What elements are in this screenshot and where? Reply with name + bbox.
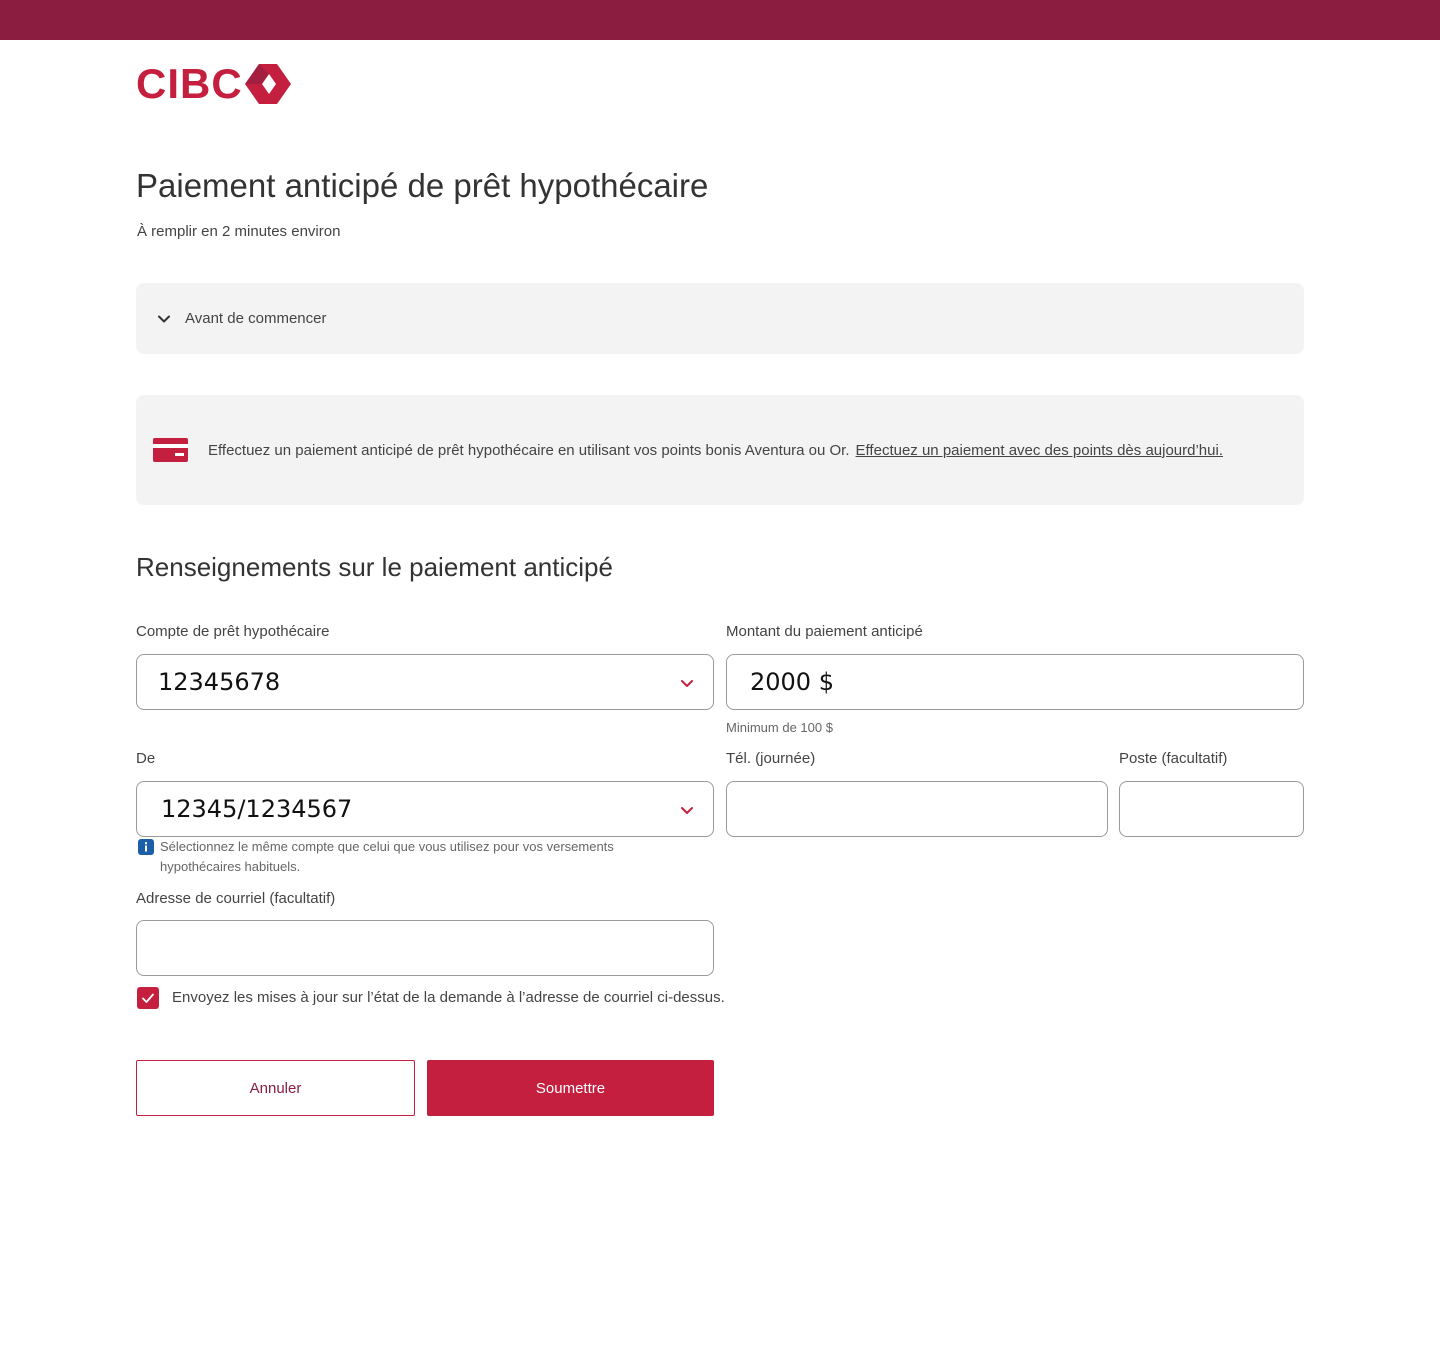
from-account-value: 12345/1234567 bbox=[161, 795, 353, 823]
chevron-down-icon bbox=[158, 315, 170, 322]
from-account-select[interactable]: 12345/1234567 bbox=[136, 781, 714, 837]
submit-button[interactable]: Soumettre bbox=[427, 1060, 714, 1116]
credit-card-icon bbox=[153, 438, 188, 462]
logo-text: CIBC bbox=[136, 60, 243, 107]
prepayment-amount-value: 2000 $ bbox=[750, 668, 834, 696]
email-updates-checkbox[interactable] bbox=[137, 987, 159, 1009]
mortgage-account-label: Compte de prêt hypothécaire bbox=[136, 623, 330, 640]
extension-label: Poste (facultatif) bbox=[1119, 750, 1228, 767]
chevron-down-icon bbox=[681, 680, 693, 687]
promo-text: Effectuez un paiement anticipé de prêt h… bbox=[208, 441, 850, 459]
email-updates-label[interactable]: Envoyez les mises à jour sur l’état de l… bbox=[172, 988, 725, 1008]
from-account-label: De bbox=[136, 750, 156, 767]
cancel-button[interactable]: Annuler bbox=[136, 1060, 415, 1116]
from-account-hint-line2: hypothécaires habituels. bbox=[160, 859, 301, 874]
extension-input[interactable] bbox=[1119, 781, 1304, 837]
pay-with-points-link[interactable]: Effectuez un paiement avec des points dè… bbox=[856, 442, 1223, 459]
phone-input[interactable] bbox=[726, 781, 1108, 837]
points-promo-banner: Effectuez un paiement anticipé de prêt h… bbox=[136, 395, 1304, 505]
prepayment-amount-label: Montant du paiement anticipé bbox=[726, 623, 923, 640]
cibc-diamond-icon bbox=[244, 64, 291, 104]
email-label: Adresse de courriel (facultatif) bbox=[136, 890, 336, 907]
phone-label: Tél. (journée) bbox=[726, 750, 816, 767]
cibc-logo[interactable]: CIBC bbox=[136, 60, 291, 107]
from-account-hint-line1: Sélectionnez le même compte que celui qu… bbox=[160, 839, 614, 854]
email-input[interactable] bbox=[136, 920, 714, 976]
accordion-label: Avant de commencer bbox=[185, 310, 327, 327]
page-subtitle: À remplir en 2 minutes environ bbox=[137, 223, 341, 240]
page-title: Paiement anticipé de prêt hypothécaire bbox=[136, 167, 709, 204]
info-icon bbox=[138, 839, 154, 855]
section-title: Renseignements sur le paiement anticipé bbox=[136, 552, 613, 582]
prepayment-amount-input[interactable]: 2000 $ bbox=[726, 654, 1304, 710]
chevron-down-icon bbox=[681, 807, 693, 814]
top-brand-bar bbox=[0, 0, 1440, 40]
checkmark-icon bbox=[142, 993, 154, 1003]
mortgage-account-value: 12345678 bbox=[158, 668, 281, 696]
mortgage-account-select[interactable]: 12345678 bbox=[136, 654, 714, 710]
before-you-start-accordion[interactable]: Avant de commencer bbox=[136, 283, 1304, 354]
prepayment-amount-hint: Minimum de 100 $ bbox=[726, 720, 833, 735]
